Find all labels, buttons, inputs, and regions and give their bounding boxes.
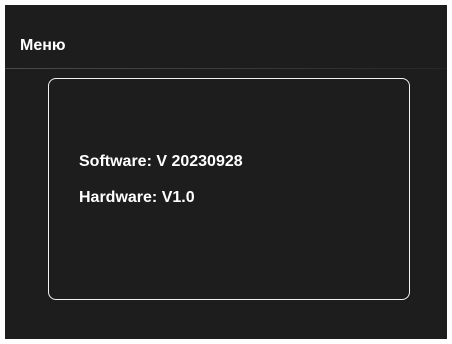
- menu-header: Меню: [5, 5, 447, 68]
- hardware-version-label: Hardware: V1.0: [79, 189, 195, 206]
- menu-screen: Меню Software: V 20230928 Hardware: V1.0: [5, 5, 447, 339]
- software-version-label: Software: V 20230928: [79, 153, 243, 170]
- page-title: Меню: [20, 37, 66, 54]
- header-divider: [5, 68, 447, 69]
- version-info-panel: Software: V 20230928 Hardware: V1.0: [48, 78, 410, 300]
